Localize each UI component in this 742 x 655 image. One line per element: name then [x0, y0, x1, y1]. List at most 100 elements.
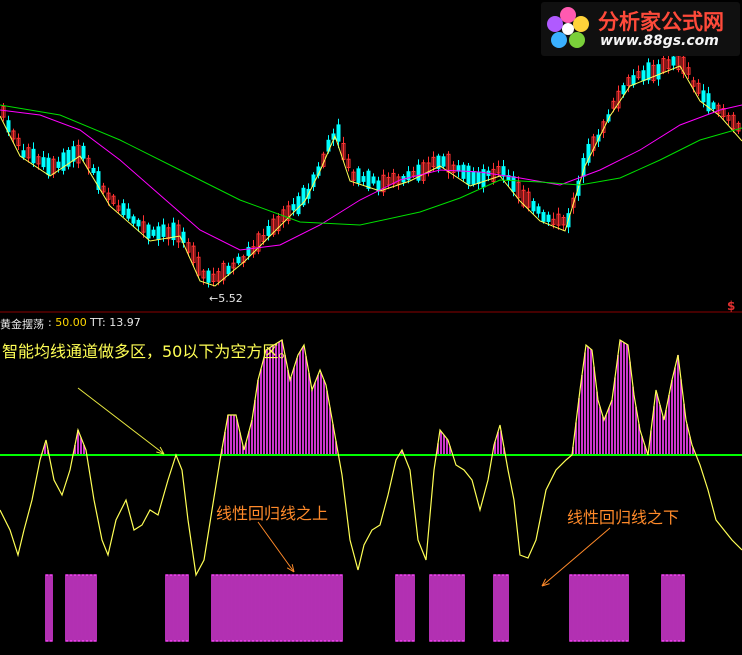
- candle: [621, 85, 626, 95]
- regression-bar: [307, 574, 311, 642]
- candle: [91, 167, 96, 174]
- logo-title: 分析家公式网: [598, 10, 724, 34]
- candle: [206, 270, 211, 283]
- candle: [46, 157, 51, 176]
- regression-bar: [441, 574, 445, 642]
- candle: [471, 171, 476, 185]
- regression-bar: [315, 574, 319, 642]
- regression-bar: [177, 574, 181, 642]
- regression-bar: [673, 574, 677, 642]
- candle: [31, 148, 36, 164]
- regression-bar: [85, 574, 89, 642]
- regression-bar: [77, 574, 81, 642]
- candle: [511, 176, 516, 192]
- candle: [541, 212, 546, 222]
- regression-bar: [215, 574, 219, 642]
- candle: [641, 70, 646, 82]
- candle: [121, 203, 126, 216]
- regression-bar: [219, 574, 223, 642]
- regression-bar: [597, 574, 601, 642]
- candle: [126, 208, 131, 219]
- regression-bar: [255, 574, 259, 642]
- ma-mid-line: [0, 104, 742, 251]
- regression-bar: [585, 574, 589, 642]
- candle: [356, 168, 361, 184]
- above-arrow: [257, 521, 295, 573]
- regression-bar: [81, 574, 85, 642]
- candle: [416, 164, 421, 181]
- regression-bar: [299, 574, 303, 642]
- candle: [711, 102, 716, 110]
- indicator-value: : 50.00: [48, 316, 87, 329]
- candle: [536, 206, 541, 214]
- regression-bar: [399, 574, 403, 642]
- regression-bar: [251, 574, 255, 642]
- regression-bar: [279, 574, 283, 642]
- regression-bar: [573, 574, 577, 642]
- regression-bar: [665, 574, 669, 642]
- flower-logo-icon: [547, 7, 589, 48]
- regression-bar: [661, 574, 665, 642]
- regression-bar: [235, 574, 239, 642]
- regression-bar: [589, 574, 593, 642]
- regression-bar: [449, 574, 453, 642]
- candle: [151, 229, 156, 236]
- regression-bar: [461, 574, 465, 642]
- regression-bar: [569, 574, 573, 642]
- regression-bar: [433, 574, 437, 642]
- candle: [296, 196, 301, 215]
- regression-bar: [581, 574, 585, 642]
- regression-bar: [601, 574, 605, 642]
- candle: [361, 176, 366, 182]
- regression-bar: [613, 574, 617, 642]
- caption-arrow: [77, 387, 165, 455]
- tt-number: 13.97: [109, 316, 141, 329]
- candle: [476, 172, 481, 185]
- regression-bar: [437, 574, 441, 642]
- regression-bar: [493, 574, 497, 642]
- regression-bar: [185, 574, 189, 642]
- price-low-label: ←5.52: [209, 292, 243, 305]
- regression-bar: [73, 574, 77, 642]
- regression-bar: [319, 574, 323, 642]
- regression-bar: [327, 574, 331, 642]
- regression-bar: [275, 574, 279, 642]
- chart-stage: 分析家公式网 www.88gs.com ←5.52 $ 黄金摆荡 : 50.00…: [0, 0, 742, 651]
- candle: [156, 226, 161, 240]
- regression-bar: [625, 574, 629, 642]
- candle: [531, 201, 536, 212]
- regression-bar: [93, 574, 97, 642]
- candle: [21, 150, 26, 158]
- candle: [631, 75, 636, 86]
- candle: [266, 225, 271, 236]
- regression-bar: [173, 574, 177, 642]
- regression-bar: [453, 574, 457, 642]
- candle: [56, 161, 61, 168]
- candle: [81, 145, 86, 159]
- regression-bar: [429, 574, 433, 642]
- regression-bar: [681, 574, 685, 642]
- regression-bars: [45, 574, 685, 642]
- regression-bar: [65, 574, 69, 642]
- candle: [336, 124, 341, 142]
- regression-bar: [617, 574, 621, 642]
- candle: [671, 56, 676, 66]
- moving-average-lines: [0, 65, 742, 287]
- candle: [71, 146, 76, 162]
- regression-bar: [593, 574, 597, 642]
- regression-bar: [181, 574, 185, 642]
- corner-mark: $: [727, 299, 736, 313]
- regression-bar: [211, 574, 215, 642]
- candle: [646, 62, 651, 81]
- regression-bar: [271, 574, 275, 642]
- regression-bar: [303, 574, 307, 642]
- regression-bar: [291, 574, 295, 642]
- regression-bar: [45, 574, 49, 642]
- price-candles: [1, 50, 741, 288]
- candle: [131, 216, 136, 224]
- regression-bar: [335, 574, 339, 642]
- regression-bar: [165, 574, 169, 642]
- regression-bar: [395, 574, 399, 642]
- candle: [546, 214, 551, 222]
- regression-bar: [247, 574, 251, 642]
